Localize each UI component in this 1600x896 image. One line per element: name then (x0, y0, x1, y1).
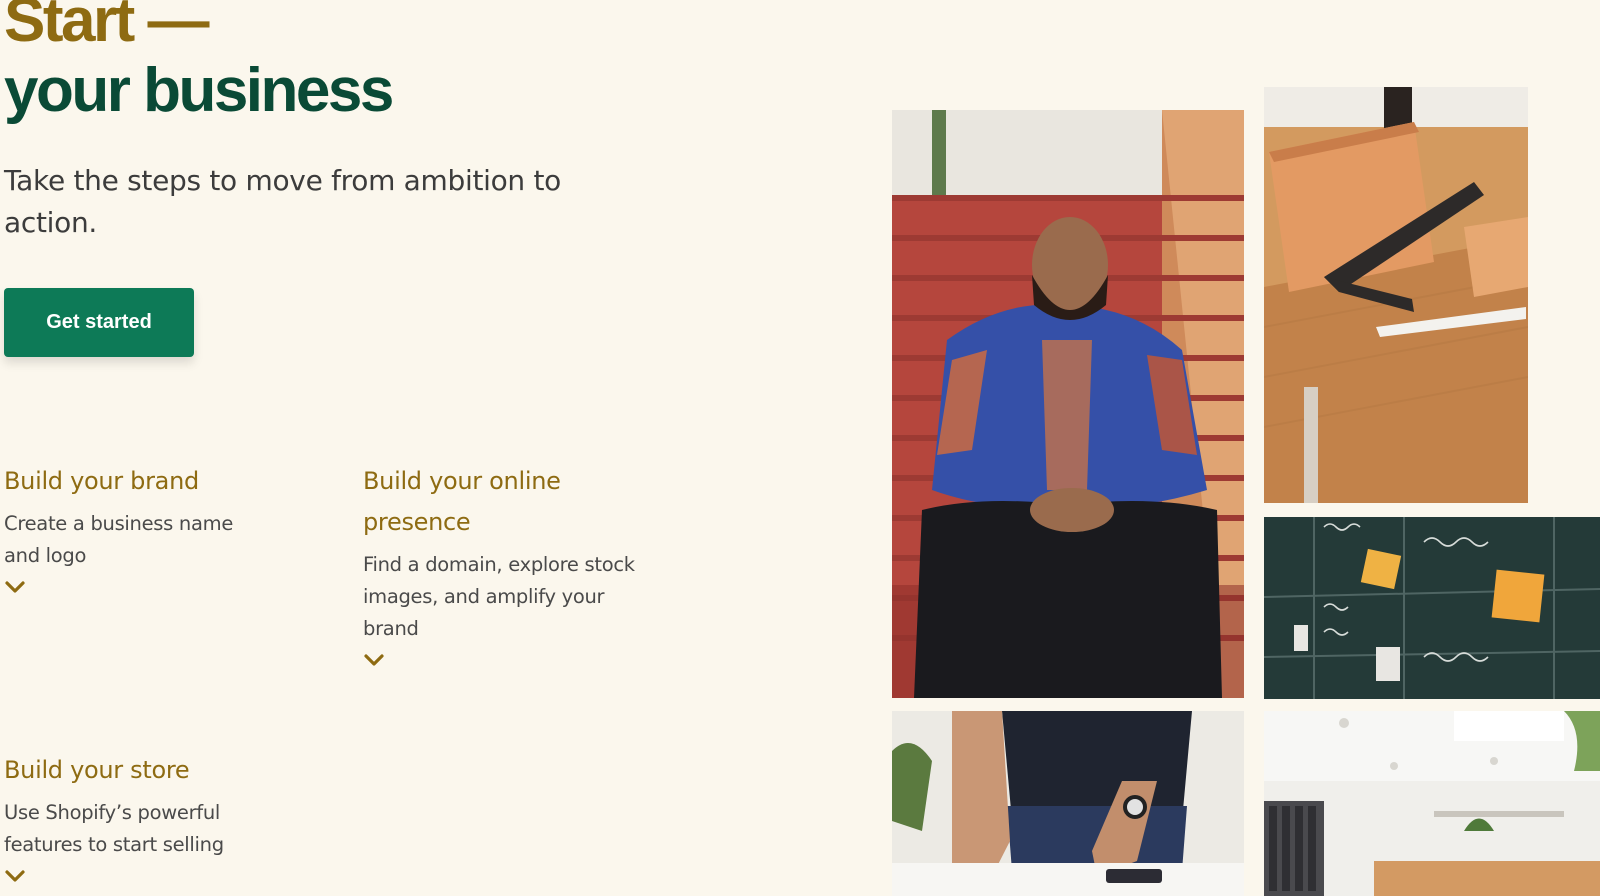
photo-hands-phone (892, 711, 1244, 896)
chevron-down-icon[interactable] (363, 651, 385, 669)
hero-title: Start — your business (4, 0, 394, 126)
feature-description: Create a business name and logo (4, 512, 234, 567)
feature-description: Use Shopify’s powerful features to start… (4, 801, 224, 856)
get-started-button[interactable]: Get started (4, 288, 194, 357)
hero-title-line1: Start — (4, 0, 209, 55)
feature-description: Find a domain, explore stock images, and… (363, 553, 635, 640)
feature-build-brand: Build your brand Create a business name … (4, 461, 264, 596)
hero-title-line2: your business (4, 56, 394, 125)
feature-title: Build your store (4, 756, 190, 784)
photo-social-board (1264, 517, 1600, 699)
photo-clothing-store (1264, 711, 1600, 896)
feature-title: Build your brand (4, 467, 199, 495)
feature-title: Build your online presence (363, 467, 561, 536)
hero-subtitle: Take the steps to move from ambition to … (4, 164, 561, 239)
photo-desk-notebook-ruler (1264, 87, 1528, 503)
feature-build-online-presence: Build your online presence Find a domain… (363, 461, 658, 669)
photo-man-on-stairs (892, 110, 1244, 698)
chevron-down-icon[interactable] (4, 578, 26, 596)
chevron-down-icon[interactable] (4, 867, 26, 885)
feature-build-store: Build your store Use Shopify’s powerful … (4, 750, 264, 885)
